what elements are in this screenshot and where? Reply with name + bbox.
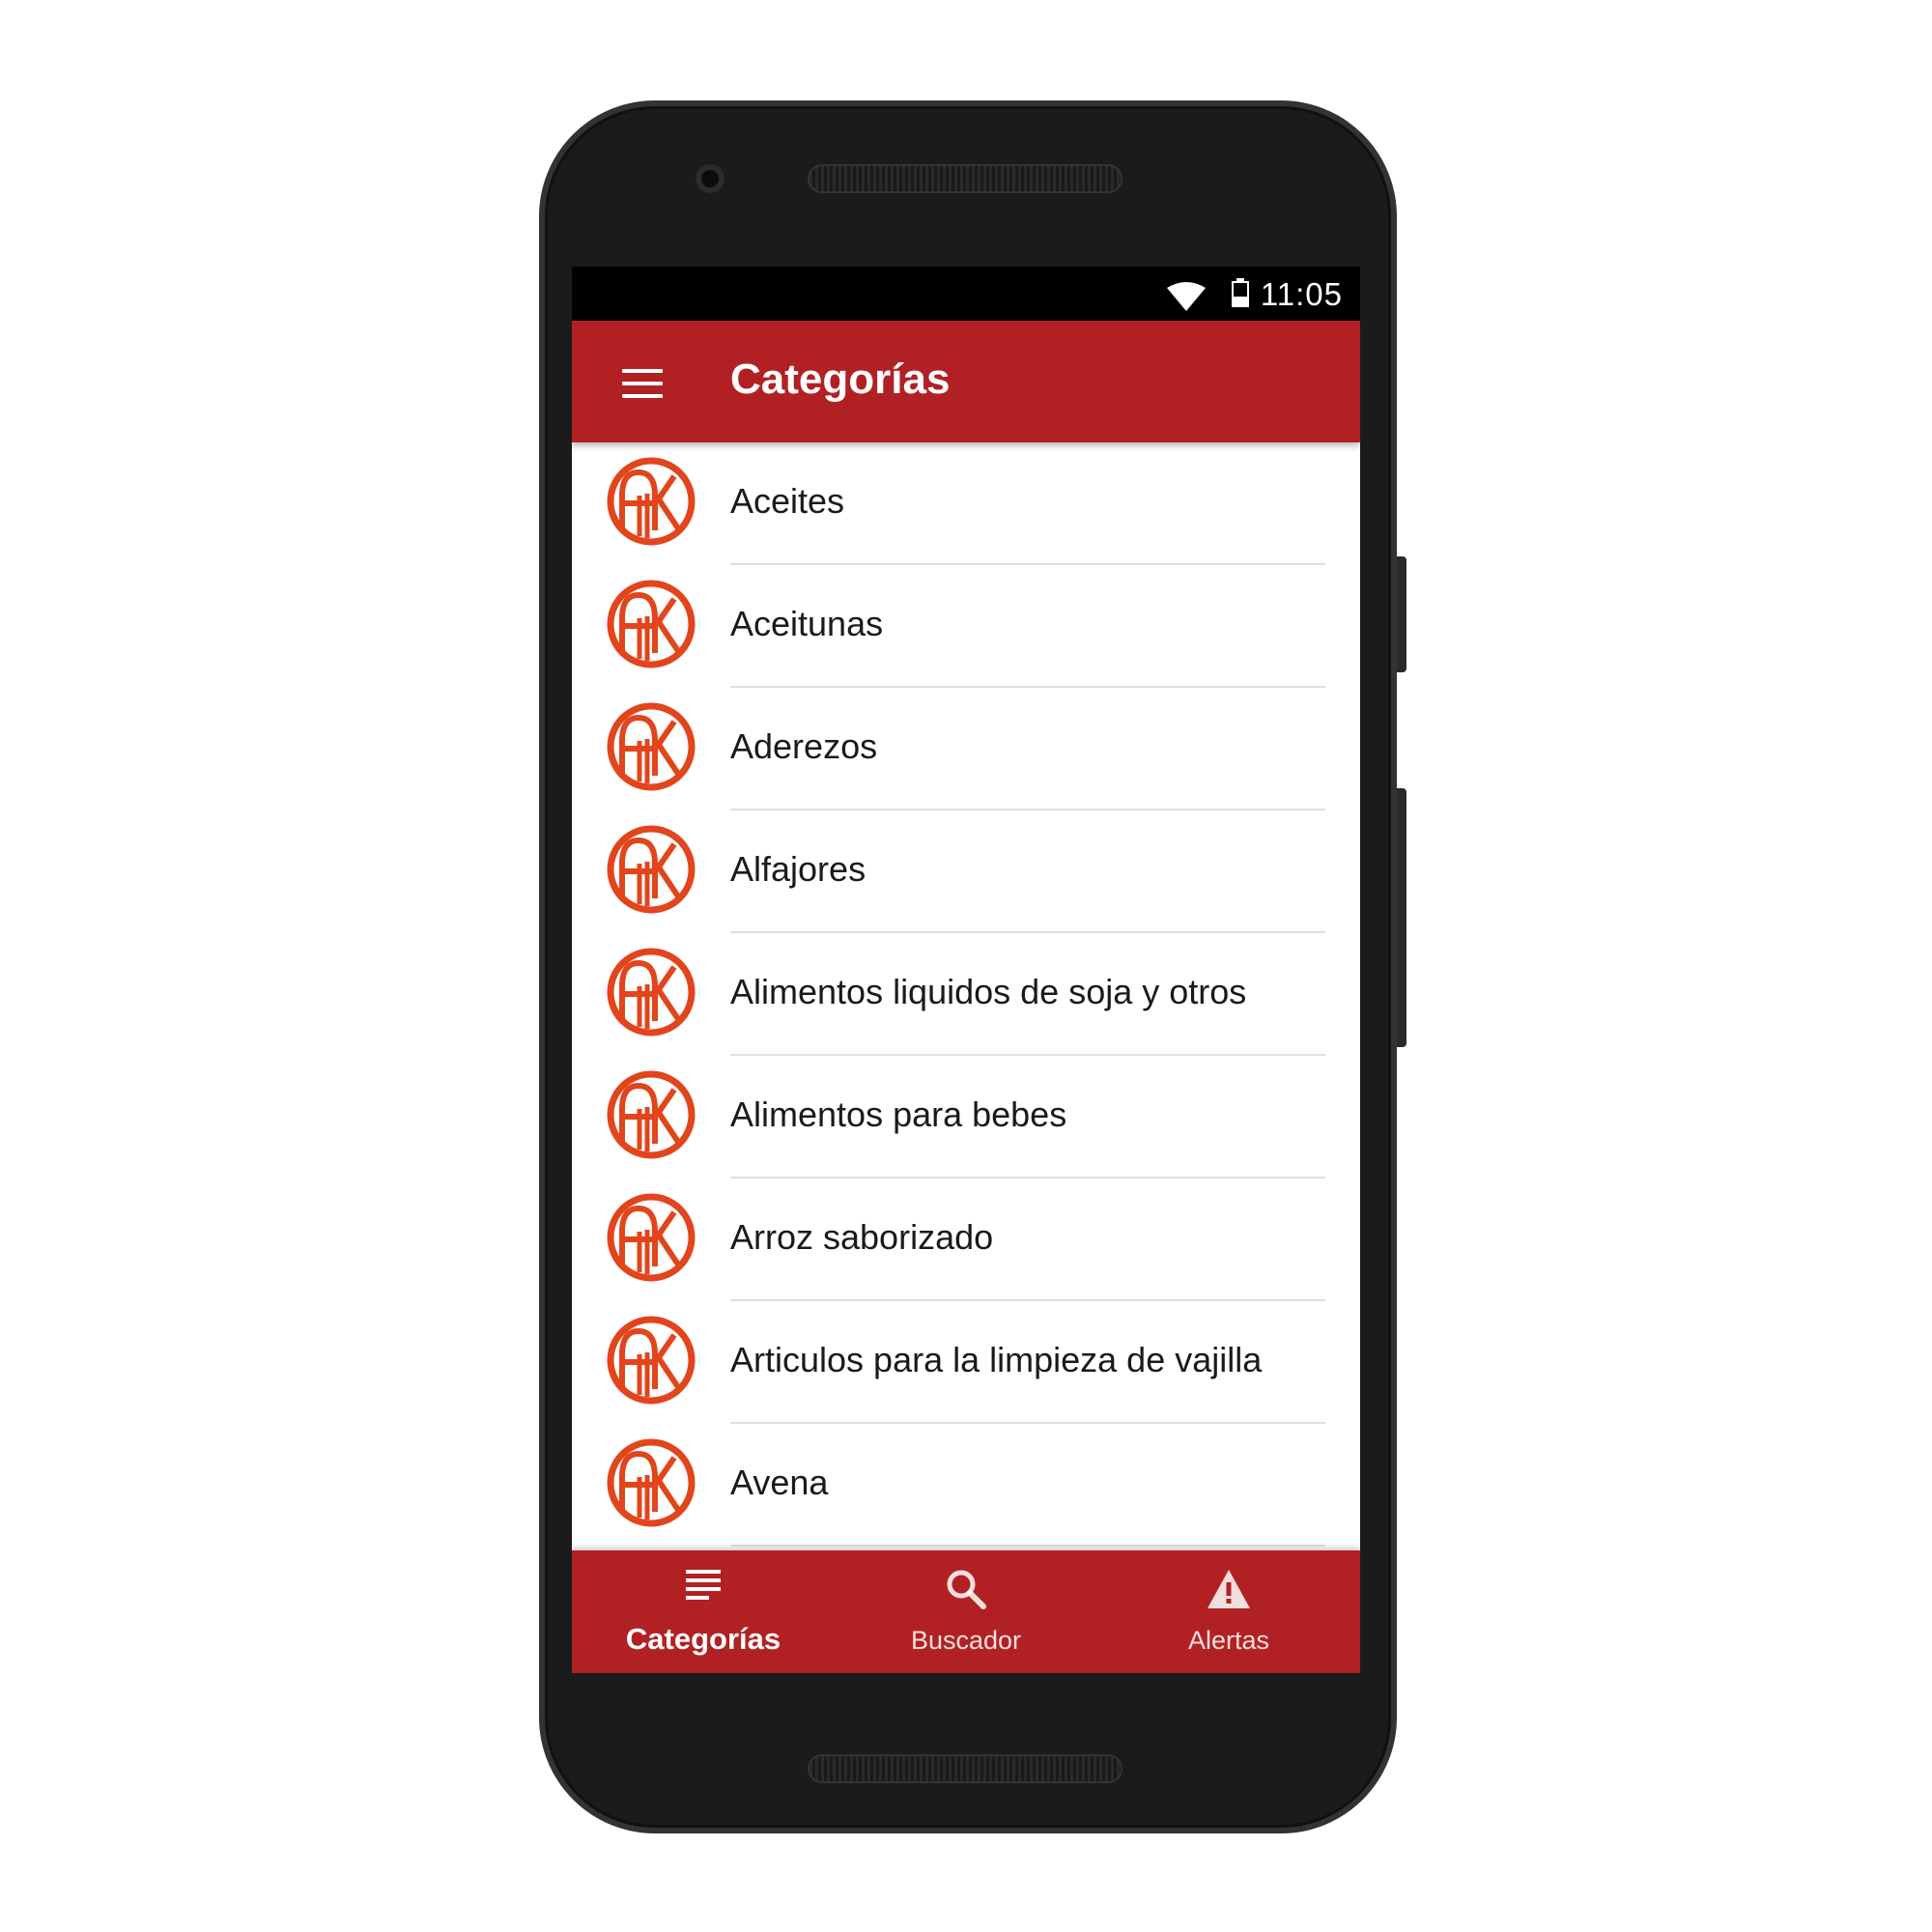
tab-label: Buscador — [910, 1626, 1022, 1655]
list-icon — [686, 1570, 721, 1600]
search-icon — [947, 1570, 986, 1609]
ak-logo-icon — [607, 1070, 696, 1159]
ak-logo-icon — [607, 1316, 696, 1405]
power-button — [1397, 556, 1406, 672]
warning-icon — [1208, 1570, 1250, 1608]
list-item[interactable]: Alimentos para bebes — [572, 1056, 1360, 1179]
category-list: Aceites Aceitunas Aderezos Alfajores Aliment… — [572, 442, 1360, 1547]
ak-logo-icon — [607, 1438, 696, 1527]
tab-label: Categorías — [625, 1622, 781, 1656]
list-item-label: Articulos para la limpieza de vajilla — [730, 1340, 1263, 1379]
list-item-label: Aderezos — [730, 726, 878, 766]
ak-logo-icon — [607, 825, 696, 914]
list-item[interactable]: Aceites — [572, 442, 1360, 565]
bottom-navigation: Categorías Buscador Alertas — [572, 1550, 1360, 1673]
battery-icon — [1232, 278, 1249, 307]
ak-logo-icon — [607, 1193, 696, 1282]
app-bar: Categorías — [572, 321, 1360, 442]
divider — [730, 1545, 1325, 1547]
list-item-label: Alimentos para bebes — [730, 1094, 1067, 1134]
bottom-speaker — [808, 1754, 1122, 1783]
app-screen: 11:05 Categorías Aceites Aceitunas Aderezo… — [572, 267, 1360, 1673]
ak-logo-icon — [607, 457, 696, 546]
list-item-label: Alimentos liquidos de soja y otros — [730, 972, 1247, 1011]
status-time: 11:05 — [1260, 276, 1343, 312]
list-item[interactable]: Articulos para la limpieza de vajilla — [572, 1301, 1360, 1424]
list-item[interactable]: Aderezos — [572, 688, 1360, 810]
tab-buscador[interactable]: Buscador — [835, 1550, 1097, 1673]
list-item-label: Aceites — [730, 481, 845, 521]
list-item[interactable]: Alfajores — [572, 810, 1360, 933]
list-item[interactable]: Alimentos liquidos de soja y otros — [572, 933, 1360, 1056]
ak-logo-icon — [607, 580, 696, 668]
status-bar: 11:05 — [572, 267, 1360, 321]
list-item-label: Avena — [730, 1463, 829, 1502]
list-item[interactable]: Arroz saborizado — [572, 1179, 1360, 1301]
list-item-label: Aceitunas — [730, 604, 884, 643]
ak-logo-icon — [607, 948, 696, 1037]
top-speaker — [808, 164, 1122, 193]
list-item[interactable]: Avena — [572, 1424, 1360, 1547]
volume-button — [1397, 788, 1406, 1047]
page-title: Categorías — [730, 355, 951, 403]
ak-logo-icon — [607, 702, 696, 791]
list-item-label: Alfajores — [730, 849, 867, 889]
list-item-label: Arroz saborizado — [730, 1217, 994, 1257]
front-camera — [696, 164, 724, 193]
tab-categorias[interactable]: Categorías — [572, 1550, 835, 1673]
list-item[interactable]: Aceitunas — [572, 565, 1360, 688]
menu-icon[interactable] — [622, 369, 663, 398]
tab-label: Alertas — [1187, 1626, 1270, 1655]
wifi-icon — [1167, 282, 1206, 311]
tab-alertas[interactable]: Alertas — [1097, 1550, 1360, 1673]
